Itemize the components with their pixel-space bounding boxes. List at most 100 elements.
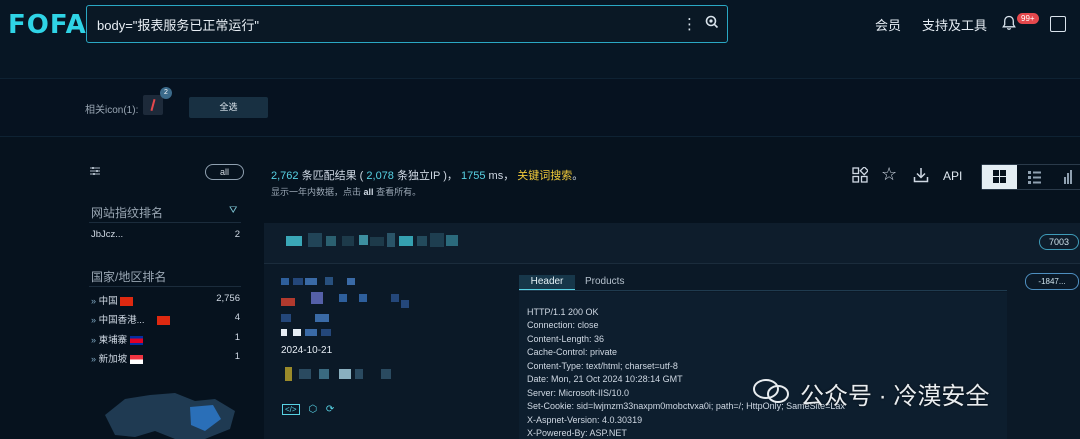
flag-cambodia-icon (129, 335, 143, 345)
header-line: Server: Microsoft-IIS/10.0 (527, 388, 630, 398)
flag-singapore-icon (129, 354, 143, 364)
fofa-logo[interactable]: FOFA (8, 10, 87, 40)
expand-arrow-icon[interactable]: » (91, 315, 96, 325)
redacted-pixel (319, 369, 329, 379)
fingerprint-count: 2 (234, 229, 240, 240)
region-name: 柬埔寨 (98, 335, 128, 346)
filter-icon[interactable]: ⛛ (229, 205, 237, 216)
region-name: 中国 (98, 296, 118, 307)
translate-icon[interactable] (1050, 16, 1066, 32)
more-options-icon[interactable]: ⋮ (682, 15, 697, 33)
region-item-china[interactable]: » 中国 (91, 293, 134, 307)
nav-support-tools[interactable]: 支持及工具 (922, 15, 987, 34)
header-line: Content-Length: 36 (527, 334, 605, 344)
bell-icon[interactable] (1002, 15, 1016, 31)
view-mode-switcher[interactable] (981, 164, 1080, 190)
redacted-pixel (342, 236, 354, 246)
keyword-search-link[interactable]: 关键词搜索 (517, 170, 572, 182)
redacted-pixel (321, 329, 331, 336)
cube-icon[interactable]: ⬡ (308, 404, 317, 415)
region-count: 1 (234, 332, 240, 343)
redacted-pixel (399, 236, 413, 246)
search-box[interactable]: ⋮ (86, 5, 728, 43)
download-icon[interactable] (913, 167, 929, 183)
result-date: 2024-10-21 (281, 345, 333, 356)
result-text: ms， (488, 170, 515, 182)
expand-arrow-icon[interactable]: » (91, 354, 96, 364)
stats-view-icon[interactable] (1052, 165, 1080, 189)
region-item-singapore[interactable]: » 新加坡 (91, 351, 143, 365)
result-text: 条匹配结果 (301, 170, 357, 182)
expand-arrow-icon[interactable]: » (91, 335, 96, 345)
redacted-pixel (325, 277, 333, 285)
region-item-cambodia[interactable]: » 柬埔寨 (91, 332, 143, 346)
redacted-pixel (391, 294, 399, 302)
favicon-thumbnail[interactable] (143, 95, 163, 115)
redacted-pixel (339, 369, 351, 379)
tab-products[interactable]: Products (585, 276, 624, 287)
grid-view-icon[interactable] (982, 165, 1017, 189)
refresh-icon[interactable]: ⟳ (326, 404, 334, 415)
all-toggle[interactable]: all (205, 164, 244, 180)
star-icon[interactable]: ☆ (881, 164, 897, 185)
select-all-button[interactable]: 全选 (189, 97, 268, 118)
search-input[interactable] (95, 14, 679, 34)
header-line: HTTP/1.1 200 OK (527, 307, 599, 317)
redacted-pixel (359, 235, 368, 245)
tab-underline (519, 290, 1007, 291)
favicon-count-badge: 2 (160, 87, 172, 99)
region-item-hongkong[interactable]: » 中国香港... (91, 312, 171, 326)
tab-header[interactable]: Header (519, 275, 575, 290)
redacted-pixel (281, 329, 287, 336)
region-count: 4 (234, 312, 240, 323)
redacted-pixel (305, 329, 317, 336)
redacted-pixel (293, 329, 301, 336)
query-time: 1755 (460, 170, 486, 182)
fingerprint-item[interactable]: JbJcz... (91, 229, 123, 240)
world-map[interactable] (95, 385, 245, 439)
watermark-text: 公众号 · 冷漠安全 (800, 383, 990, 410)
divider (89, 286, 241, 287)
nav-member[interactable]: 会员 (875, 15, 901, 34)
result-subtext: 显示一年内数据，点击 all 查看所有。 (271, 185, 421, 198)
region-count: 2,756 (216, 293, 240, 304)
unique-ip-count: 2,078 (366, 170, 394, 182)
redacted-extra (281, 367, 411, 383)
redacted-pixel (339, 294, 347, 302)
expand-arrow-icon[interactable]: » (91, 296, 96, 306)
redacted-pixel (355, 369, 363, 379)
header-line: X-Powered-By: ASP.NET (527, 428, 627, 438)
region-count: 1 (234, 351, 240, 362)
filter-settings-icon[interactable] (89, 166, 101, 176)
result-card-header[interactable] (264, 223, 1080, 264)
redacted-pixel (281, 298, 295, 306)
redacted-pixel (311, 292, 323, 304)
search-icon[interactable] (705, 15, 719, 29)
notification-badge: 99+ (1017, 13, 1039, 24)
divider (89, 222, 241, 223)
redacted-pixel (308, 233, 322, 247)
id-tag[interactable]: -1847... (1025, 273, 1079, 290)
subtext: 显示一年内数据，点击 (271, 187, 362, 197)
port-tag[interactable]: 7003 (1039, 234, 1079, 250)
redacted-pixel (305, 278, 317, 285)
card-action-icons: </> ⬡ ⟳ (282, 404, 334, 415)
all-link[interactable]: all (364, 187, 374, 197)
region-rank-title: 国家/地区排名 (91, 270, 167, 284)
header-line: Connection: close (527, 320, 599, 330)
code-icon[interactable]: </> (282, 404, 300, 415)
redacted-pixel (281, 278, 289, 285)
redacted-pixel (430, 233, 444, 247)
api-button[interactable]: API (943, 169, 962, 183)
redacted-pixel (286, 236, 302, 246)
result-text: 条独立IP (396, 170, 441, 182)
header-line: Date: Mon, 21 Oct 2024 10:28:14 GMT (527, 374, 683, 384)
grid-compare-icon[interactable] (852, 167, 868, 183)
related-icon-label: 相关icon(1): (85, 105, 139, 116)
header-line: X-Aspnet-Version: 4.0.30319 (527, 415, 643, 425)
result-text: )， (443, 170, 458, 182)
list-view-icon[interactable] (1018, 165, 1050, 189)
redacted-pixel (299, 369, 311, 379)
redacted-pixel (347, 278, 355, 285)
redacted-pixel (285, 367, 292, 381)
